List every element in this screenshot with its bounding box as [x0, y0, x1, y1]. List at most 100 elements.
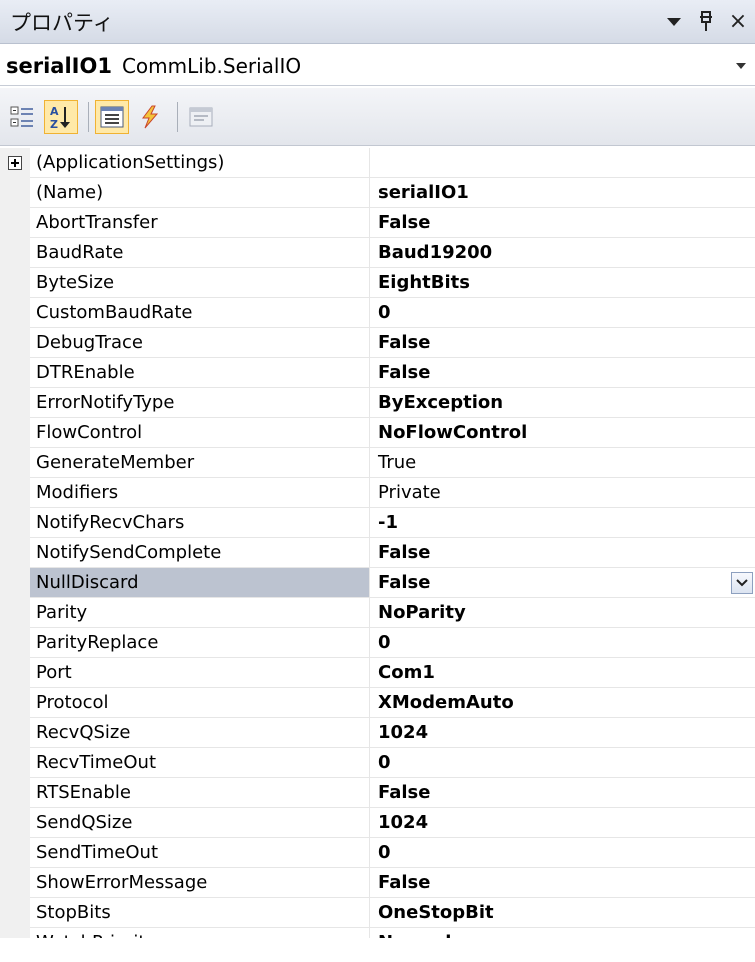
property-row[interactable]: ShowErrorMessage False: [0, 868, 755, 898]
row-gutter: [0, 838, 30, 868]
property-row[interactable]: CustomBaudRate 0: [0, 298, 755, 328]
property-value[interactable]: False: [370, 538, 755, 568]
property-name[interactable]: Port: [30, 658, 370, 688]
property-row[interactable]: StopBits OneStopBit: [0, 898, 755, 928]
property-name[interactable]: (ApplicationSettings): [30, 148, 370, 178]
property-pages-button[interactable]: [184, 100, 218, 134]
property-row[interactable]: ByteSize EightBits: [0, 268, 755, 298]
property-name[interactable]: GenerateMember: [30, 448, 370, 478]
property-value[interactable]: NoFlowControl: [370, 418, 755, 448]
row-gutter: [0, 628, 30, 658]
property-name[interactable]: SendQSize: [30, 808, 370, 838]
property-name[interactable]: StopBits: [30, 898, 370, 928]
property-name[interactable]: ByteSize: [30, 268, 370, 298]
object-name: serialIO1: [6, 53, 112, 78]
property-value[interactable]: 1024: [370, 808, 755, 838]
property-name[interactable]: Parity: [30, 598, 370, 628]
property-value[interactable]: 0: [370, 628, 755, 658]
property-value[interactable]: False: [370, 868, 755, 898]
property-value[interactable]: XModemAuto: [370, 688, 755, 718]
property-value[interactable]: -1: [370, 508, 755, 538]
row-gutter: [0, 718, 30, 748]
property-name[interactable]: ShowErrorMessage: [30, 868, 370, 898]
property-row[interactable]: DTREnable False: [0, 358, 755, 388]
property-value[interactable]: serialIO1: [370, 178, 755, 208]
property-name[interactable]: RecvTimeOut: [30, 748, 370, 778]
close-icon[interactable]: ×: [723, 7, 753, 37]
property-row[interactable]: AbortTransfer False: [0, 208, 755, 238]
property-row[interactable]: Protocol XModemAuto: [0, 688, 755, 718]
property-row[interactable]: SendTimeOut 0: [0, 838, 755, 868]
property-value[interactable]: 1024: [370, 718, 755, 748]
property-value[interactable]: Baud19200: [370, 238, 755, 268]
row-gutter: [0, 688, 30, 718]
property-name[interactable]: AbortTransfer: [30, 208, 370, 238]
property-name[interactable]: FlowControl: [30, 418, 370, 448]
property-row[interactable]: NullDiscard False: [0, 568, 755, 598]
property-row[interactable]: (Name) serialIO1: [0, 178, 755, 208]
property-value[interactable]: Private: [370, 478, 755, 508]
events-button[interactable]: [133, 100, 167, 134]
value-dropdown-button[interactable]: [731, 572, 753, 594]
property-name[interactable]: NullDiscard: [30, 568, 370, 598]
property-name[interactable]: (Name): [30, 178, 370, 208]
property-name[interactable]: CustomBaudRate: [30, 298, 370, 328]
property-value[interactable]: 0: [370, 298, 755, 328]
property-name[interactable]: SendTimeOut: [30, 838, 370, 868]
window-menu-dropdown-icon[interactable]: [659, 7, 689, 37]
property-row[interactable]: NotifyRecvChars -1: [0, 508, 755, 538]
properties-button[interactable]: [95, 99, 129, 134]
property-row[interactable]: Modifiers Private: [0, 478, 755, 508]
property-name[interactable]: RecvQSize: [30, 718, 370, 748]
property-name[interactable]: DebugTrace: [30, 328, 370, 358]
property-row[interactable]: (ApplicationSettings): [0, 148, 755, 178]
property-row[interactable]: DebugTrace False: [0, 328, 755, 358]
property-value[interactable]: False: [370, 778, 755, 808]
property-row[interactable]: RecvTimeOut 0: [0, 748, 755, 778]
property-name[interactable]: NotifySendComplete: [30, 538, 370, 568]
object-type: CommLib.SerialIO: [121, 53, 302, 78]
alphabetical-button[interactable]: A Z: [44, 99, 78, 134]
property-value[interactable]: False: [370, 328, 755, 358]
property-value[interactable]: False: [370, 208, 755, 238]
property-name[interactable]: RTSEnable: [30, 778, 370, 808]
property-row[interactable]: ErrorNotifyType ByException: [0, 388, 755, 418]
property-value[interactable]: OneStopBit: [370, 898, 755, 928]
property-value[interactable]: NoParity: [370, 598, 755, 628]
object-selector[interactable]: serialIO1 CommLib.SerialIO: [0, 46, 755, 86]
pin-icon[interactable]: [691, 7, 721, 37]
sort-alphabetical-icon: A Z: [50, 105, 70, 130]
property-name[interactable]: Protocol: [30, 688, 370, 718]
property-value[interactable]: False: [370, 568, 755, 598]
property-value[interactable]: ByException: [370, 388, 755, 418]
property-row[interactable]: RTSEnable False: [0, 778, 755, 808]
categorized-button[interactable]: [6, 100, 40, 134]
property-value[interactable]: [370, 148, 755, 178]
property-name[interactable]: BaudRate: [30, 238, 370, 268]
property-value[interactable]: 0: [370, 838, 755, 868]
property-name[interactable]: ErrorNotifyType: [30, 388, 370, 418]
property-row[interactable]: GenerateMember True: [0, 448, 755, 478]
property-value[interactable]: 0: [370, 748, 755, 778]
toolbar-separator: [88, 101, 89, 132]
property-value[interactable]: False: [370, 358, 755, 388]
property-name[interactable]: NotifyRecvChars: [30, 508, 370, 538]
property-row[interactable]: Parity NoParity: [0, 598, 755, 628]
property-row[interactable]: ParityReplace 0: [0, 628, 755, 658]
property-name[interactable]: Modifiers: [30, 478, 370, 508]
property-name[interactable]: ParityReplace: [30, 628, 370, 658]
property-row[interactable]: SendQSize 1024: [0, 808, 755, 838]
row-gutter: [0, 358, 30, 388]
property-value[interactable]: True: [370, 448, 755, 478]
property-row[interactable]: FlowControl NoFlowControl: [0, 418, 755, 448]
property-name[interactable]: DTREnable: [30, 358, 370, 388]
expand-icon[interactable]: [8, 156, 22, 170]
row-gutter[interactable]: [0, 148, 30, 178]
property-value[interactable]: EightBits: [370, 268, 755, 298]
property-row[interactable]: NotifySendComplete False: [0, 538, 755, 568]
object-selector-dropdown-icon[interactable]: [727, 51, 755, 81]
property-row[interactable]: BaudRate Baud19200: [0, 238, 755, 268]
property-value[interactable]: Com1: [370, 658, 755, 688]
property-row[interactable]: RecvQSize 1024: [0, 718, 755, 748]
property-row[interactable]: Port Com1: [0, 658, 755, 688]
